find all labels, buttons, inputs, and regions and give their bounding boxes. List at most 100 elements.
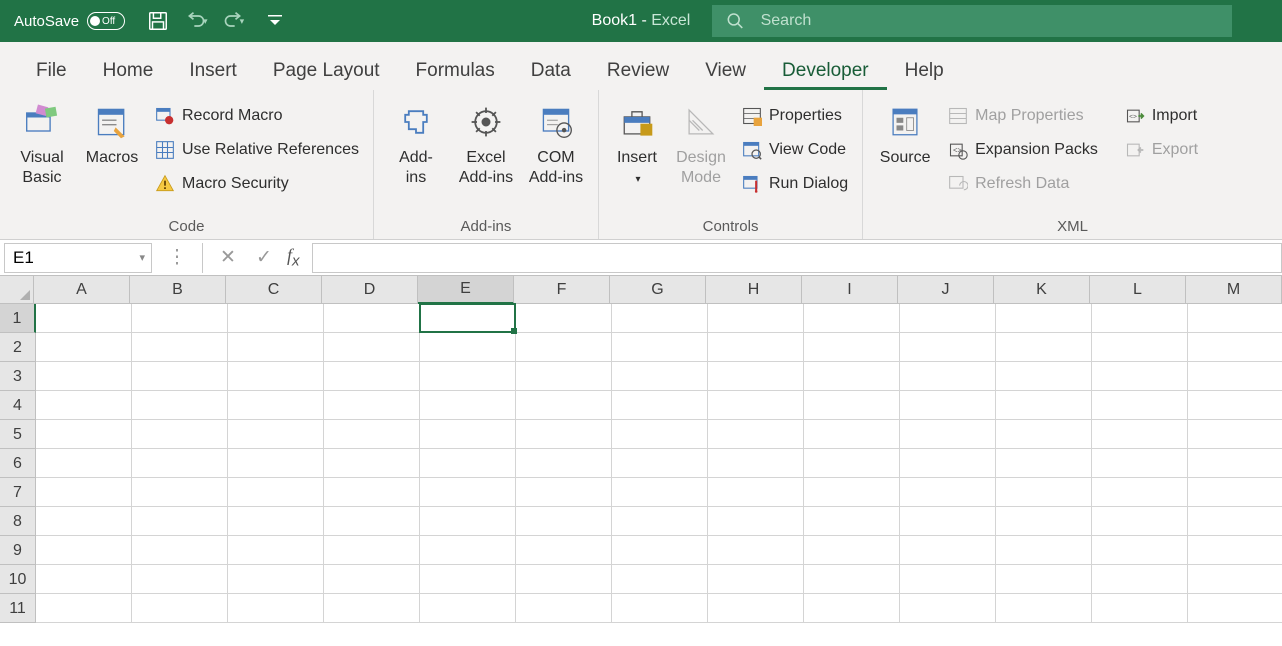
cell[interactable] xyxy=(1092,391,1188,420)
column-header[interactable]: K xyxy=(994,276,1090,304)
design-mode-button[interactable]: Design Mode xyxy=(671,98,731,188)
cell[interactable] xyxy=(324,449,420,478)
addins-button[interactable]: Add- ins xyxy=(384,98,448,188)
cell[interactable] xyxy=(324,478,420,507)
cell[interactable] xyxy=(516,536,612,565)
cell[interactable] xyxy=(900,507,996,536)
cell[interactable] xyxy=(228,304,324,333)
cell[interactable] xyxy=(324,565,420,594)
tab-view[interactable]: View xyxy=(687,50,764,90)
macros-button[interactable]: Macros xyxy=(80,98,144,168)
cell[interactable] xyxy=(324,420,420,449)
cell[interactable] xyxy=(420,565,516,594)
cell[interactable] xyxy=(612,420,708,449)
tab-insert[interactable]: Insert xyxy=(171,50,255,90)
cell[interactable] xyxy=(1188,420,1282,449)
cell[interactable] xyxy=(804,304,900,333)
cell[interactable] xyxy=(36,362,132,391)
cell[interactable] xyxy=(612,391,708,420)
cell[interactable] xyxy=(1188,594,1282,623)
cell[interactable] xyxy=(228,449,324,478)
cell[interactable] xyxy=(996,536,1092,565)
cell[interactable] xyxy=(36,420,132,449)
tab-help[interactable]: Help xyxy=(887,50,962,90)
cell[interactable] xyxy=(228,478,324,507)
cell[interactable] xyxy=(1188,536,1282,565)
cell[interactable] xyxy=(996,304,1092,333)
refresh-data-button[interactable]: Refresh Data xyxy=(943,170,1102,198)
cell[interactable] xyxy=(612,304,708,333)
cell[interactable] xyxy=(516,449,612,478)
cell[interactable] xyxy=(804,449,900,478)
cell[interactable] xyxy=(612,478,708,507)
toggle-switch[interactable]: Off xyxy=(87,12,125,30)
column-header[interactable]: J xyxy=(898,276,994,304)
cell[interactable] xyxy=(1188,333,1282,362)
cell[interactable] xyxy=(708,391,804,420)
cell[interactable] xyxy=(228,391,324,420)
cell[interactable] xyxy=(996,565,1092,594)
cell[interactable] xyxy=(996,507,1092,536)
cell[interactable] xyxy=(900,449,996,478)
tab-developer[interactable]: Developer xyxy=(764,50,887,90)
redo-dropdown-icon[interactable]: ▾ xyxy=(240,16,245,27)
source-button[interactable]: Source xyxy=(873,98,937,168)
row-header[interactable]: 7 xyxy=(0,478,36,507)
cell[interactable] xyxy=(900,536,996,565)
cell[interactable] xyxy=(132,536,228,565)
cell[interactable] xyxy=(1188,449,1282,478)
cell[interactable] xyxy=(804,536,900,565)
cell[interactable] xyxy=(996,362,1092,391)
cell[interactable] xyxy=(228,333,324,362)
properties-button[interactable]: Properties xyxy=(737,102,852,130)
run-dialog-button[interactable]: Run Dialog xyxy=(737,170,852,198)
record-macro-button[interactable]: Record Macro xyxy=(150,102,363,130)
more-icon[interactable]: ⋮ xyxy=(164,245,190,271)
column-header[interactable]: M xyxy=(1186,276,1282,304)
row-header[interactable]: 4 xyxy=(0,391,36,420)
cell[interactable] xyxy=(132,478,228,507)
cell[interactable] xyxy=(36,449,132,478)
cell[interactable] xyxy=(36,478,132,507)
cell[interactable] xyxy=(36,594,132,623)
name-box[interactable]: E1 ▾ xyxy=(4,243,152,273)
cell[interactable] xyxy=(516,565,612,594)
column-header[interactable]: D xyxy=(322,276,418,304)
cell[interactable] xyxy=(804,478,900,507)
cell[interactable] xyxy=(612,565,708,594)
cell[interactable] xyxy=(324,304,420,333)
tab-home[interactable]: Home xyxy=(85,50,172,90)
cell[interactable] xyxy=(996,333,1092,362)
cell[interactable] xyxy=(612,333,708,362)
cancel-icon[interactable]: ✕ xyxy=(215,245,241,271)
cell[interactable] xyxy=(612,594,708,623)
cell[interactable] xyxy=(36,565,132,594)
column-header[interactable]: E xyxy=(418,276,514,304)
cell[interactable] xyxy=(1188,478,1282,507)
cell[interactable] xyxy=(900,420,996,449)
cell[interactable] xyxy=(900,594,996,623)
cell[interactable] xyxy=(996,478,1092,507)
cell[interactable] xyxy=(516,507,612,536)
cell[interactable] xyxy=(1188,507,1282,536)
cell[interactable] xyxy=(804,391,900,420)
cell[interactable] xyxy=(1092,594,1188,623)
cell[interactable] xyxy=(228,565,324,594)
cell[interactable] xyxy=(996,420,1092,449)
cell[interactable] xyxy=(516,478,612,507)
map-properties-button[interactable]: Map Properties xyxy=(943,102,1102,130)
search-box[interactable] xyxy=(712,5,1232,37)
cell[interactable] xyxy=(1188,304,1282,333)
cell[interactable] xyxy=(420,507,516,536)
cell[interactable] xyxy=(420,594,516,623)
cell[interactable] xyxy=(420,449,516,478)
row-header[interactable]: 6 xyxy=(0,449,36,478)
cell[interactable] xyxy=(420,362,516,391)
import-button[interactable]: <> Import xyxy=(1120,102,1202,130)
cell[interactable] xyxy=(132,304,228,333)
cell[interactable] xyxy=(228,420,324,449)
cell[interactable] xyxy=(132,565,228,594)
cell[interactable] xyxy=(420,478,516,507)
cell[interactable] xyxy=(132,507,228,536)
cell[interactable] xyxy=(1092,478,1188,507)
